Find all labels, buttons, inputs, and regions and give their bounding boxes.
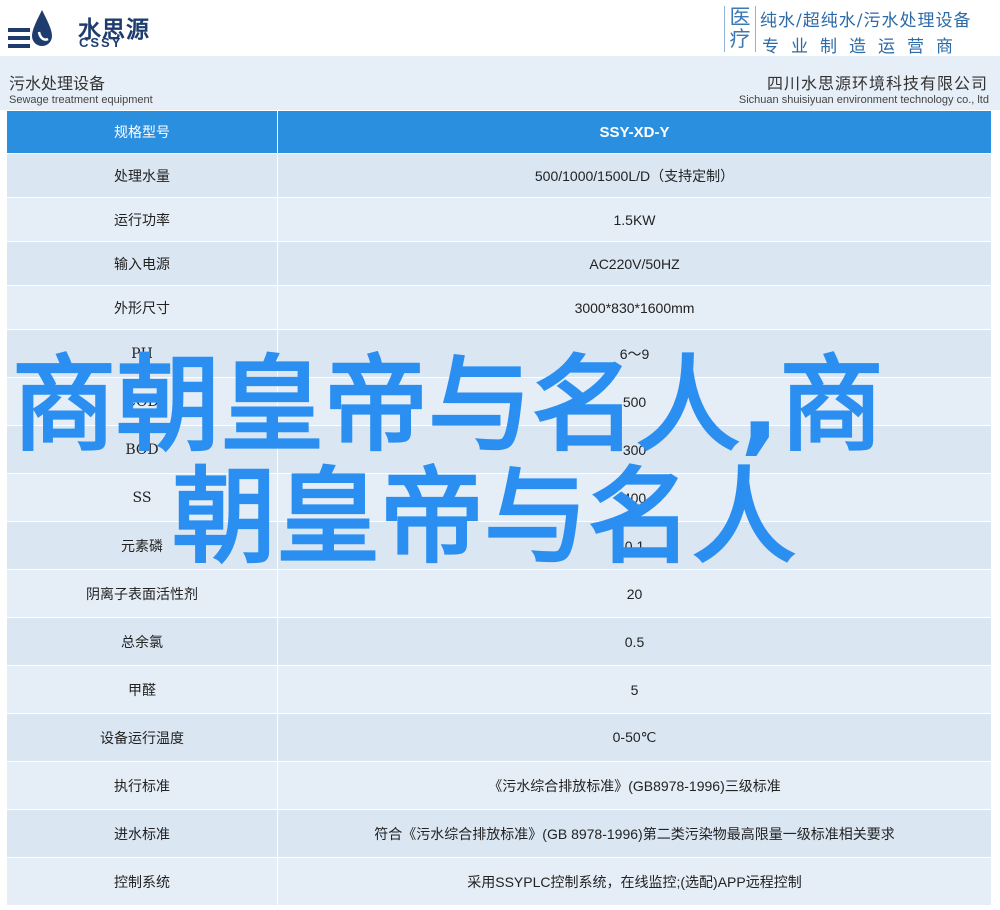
- category-char: 疗: [729, 27, 751, 51]
- table-row: 外形尺寸 3000*830*1600mm: [6, 285, 992, 330]
- spec-key: 控制系统: [6, 857, 278, 906]
- spec-value: 0.1: [277, 521, 992, 570]
- spec-value: 采用SSYPLC控制系统，在线监控;(选配)APP远程控制: [277, 857, 992, 906]
- spec-value: 1.5KW: [277, 197, 992, 242]
- spec-value: 400: [277, 473, 992, 522]
- spec-value: 《污水综合排放标准》(GB8978-1996)三级标准: [277, 761, 992, 810]
- table-row: 运行功率 1.5KW: [6, 197, 992, 242]
- spec-value: 3000*830*1600mm: [277, 285, 992, 330]
- spec-key: 总余氯: [6, 617, 278, 666]
- spec-key: 输入电源: [6, 241, 278, 286]
- table-row: BOD 300: [6, 425, 992, 474]
- spec-key: 设备运行温度: [6, 713, 278, 762]
- table-row: 设备运行温度 0-50℃: [6, 713, 992, 762]
- spec-value: AC220V/50HZ: [277, 241, 992, 286]
- spec-key: 运行功率: [6, 197, 278, 242]
- spec-value: 0-50℃: [277, 713, 992, 762]
- table-row: 阴离子表面活性剂 20: [6, 569, 992, 618]
- tagline-slogan: 专业制造运营商: [762, 37, 965, 57]
- spec-key: PH: [6, 329, 278, 378]
- table-row: 控制系统 采用SSYPLC控制系统，在线监控;(选配)APP远程控制: [6, 857, 992, 906]
- spec-value: 6～9: [277, 329, 992, 378]
- table-row: SS 400: [6, 473, 992, 522]
- category-badge: 医 疗: [724, 6, 756, 52]
- company-name-cn: 四川水思源环境科技有限公司: [766, 74, 988, 93]
- table-row: 元素磷 0.1: [6, 521, 992, 570]
- spec-key: 外形尺寸: [6, 285, 278, 330]
- table-row: PH 6～9: [6, 329, 992, 378]
- product-title-en: Sewage treatment equipment: [9, 94, 153, 106]
- water-drop-logo-icon: [8, 10, 52, 48]
- spec-key: 阴离子表面活性剂: [6, 569, 278, 618]
- product-title-cn: 污水处理设备: [9, 74, 106, 93]
- spec-value: 0.5: [277, 617, 992, 666]
- tagline-products: 纯水/超纯水/污水处理设备: [760, 11, 972, 31]
- spec-value: 符合《污水综合排放标准》(GB 8978-1996)第二类污染物最高限量一级标准…: [277, 809, 992, 858]
- brand-name-en: CSSY: [79, 35, 123, 50]
- table-row: 输入电源 AC220V/50HZ: [6, 241, 992, 286]
- spec-key: SS: [6, 473, 278, 522]
- spec-value: 20: [277, 569, 992, 618]
- table-row: 总余氯 0.5: [6, 617, 992, 666]
- table-row: 甲醛 5: [6, 665, 992, 714]
- spec-key: 元素磷: [6, 521, 278, 570]
- spec-key: 进水标准: [6, 809, 278, 858]
- spec-key: 执行标准: [6, 761, 278, 810]
- table-row: 执行标准 《污水综合排放标准》(GB8978-1996)三级标准: [6, 761, 992, 810]
- spec-value: 300: [277, 425, 992, 474]
- table-row: 处理水量 500/1000/1500L/D（支持定制）: [6, 153, 992, 198]
- spec-key: COD: [6, 377, 278, 426]
- spec-value: 500: [277, 377, 992, 426]
- table-row: COD 500: [6, 377, 992, 426]
- category-char: 医: [729, 5, 751, 29]
- spec-value: 5: [277, 665, 992, 714]
- spec-value: SSY-XD-Y: [277, 110, 992, 154]
- spec-key: 规格型号: [6, 110, 278, 154]
- spec-value: 500/1000/1500L/D（支持定制）: [277, 153, 992, 198]
- table-header-row: 规格型号 SSY-XD-Y: [6, 110, 992, 154]
- product-subheader: 污水处理设备 Sewage treatment equipment 四川水思源环…: [0, 56, 1000, 110]
- spec-key: 甲醛: [6, 665, 278, 714]
- table-row: 进水标准 符合《污水综合排放标准》(GB 8978-1996)第二类污染物最高限…: [6, 809, 992, 858]
- top-banner: 水思源 CSSY 医 疗 纯水/超纯水/污水处理设备 专业制造运营商: [0, 0, 1000, 57]
- spec-key: BOD: [6, 425, 278, 474]
- spec-table: 规格型号 SSY-XD-Y 处理水量 500/1000/1500L/D（支持定制…: [6, 110, 992, 906]
- spec-key: 处理水量: [6, 153, 278, 198]
- company-name-en: Sichuan shuisiyuan environment technolog…: [738, 94, 989, 106]
